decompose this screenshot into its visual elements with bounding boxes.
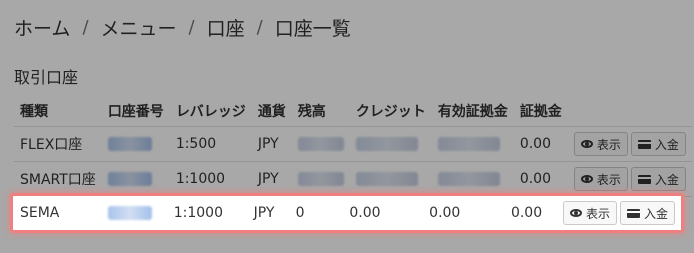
cell-balance: 0 [295,205,305,221]
table-row: SEMA 1:1000 JPY 0 0.00 0.00 0.00 表示 入金 [14,196,681,230]
cell-margin: 0.00 [510,205,543,221]
cell-credit: 0.00 [349,205,381,221]
cell-type: SEMA [20,205,60,221]
view-button[interactable]: 表示 [562,201,617,225]
cell-equity: 0.00 [429,205,461,221]
credit-card-icon [626,208,640,218]
eye-icon [569,209,582,217]
cell-actions: 表示 入金 [557,196,681,230]
highlighted-row: SEMA 1:1000 JPY 0 0.00 0.00 0.00 表示 入金 [10,193,684,233]
cell-currency: JPY [253,205,275,221]
redacted-value [107,206,152,220]
deposit-button[interactable]: 入金 [619,201,675,225]
cell-leverage: 1:1000 [173,205,223,221]
cell-account-number [102,196,168,230]
